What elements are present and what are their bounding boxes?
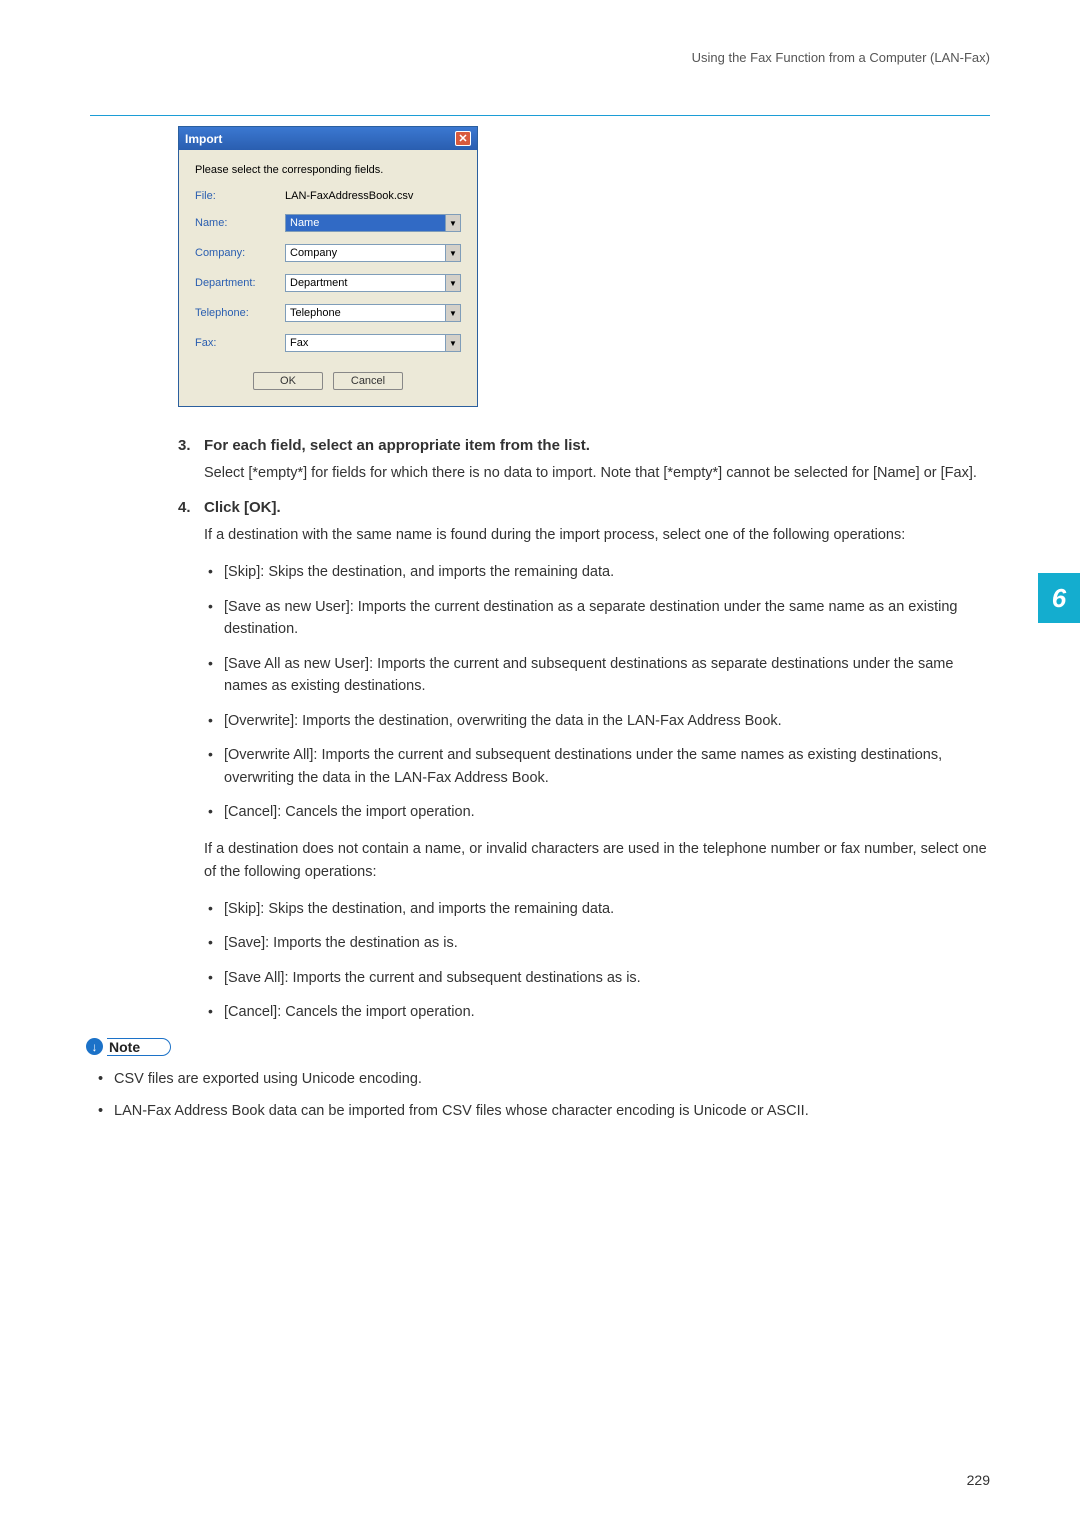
header-divider [90, 115, 990, 116]
chevron-down-icon: ▼ [445, 275, 460, 291]
chevron-down-icon: ▼ [445, 245, 460, 261]
chevron-down-icon: ▼ [445, 305, 460, 321]
note-callout: ↓ Note [86, 1038, 990, 1056]
company-label: Company: [195, 247, 285, 259]
file-value: LAN-FaxAddressBook.csv [285, 190, 413, 202]
import-dialog: Import ✕ Please select the corresponding… [178, 126, 478, 407]
department-label: Department: [195, 277, 285, 289]
fax-label: Fax: [195, 337, 285, 349]
list-item: [Cancel]: Cancels the import operation. [204, 1001, 990, 1023]
name-label: Name: [195, 217, 285, 229]
ok-button[interactable]: OK [253, 372, 323, 390]
dialog-title-text: Import [185, 132, 222, 146]
note-item: LAN-Fax Address Book data can be importe… [96, 1100, 990, 1122]
dialog-instruction: Please select the corresponding fields. [195, 164, 461, 176]
step-3-heading: 3. For each field, select an appropriate… [178, 437, 990, 454]
chapter-tab: 6 [1038, 573, 1080, 623]
telephone-dropdown[interactable]: Telephone ▼ [285, 304, 461, 322]
note-item: CSV files are exported using Unicode enc… [96, 1068, 990, 1090]
step-4-intro: If a destination with the same name is f… [204, 524, 990, 547]
list-item: [Skip]: Skips the destination, and impor… [204, 898, 990, 920]
list-item: [Overwrite All]: Imports the current and… [204, 744, 990, 789]
fax-dropdown[interactable]: Fax ▼ [285, 334, 461, 352]
chevron-down-icon: ▼ [445, 335, 460, 351]
note-label: Note [107, 1038, 171, 1056]
chevron-down-icon: ▼ [445, 215, 460, 231]
department-dropdown-value: Department [290, 277, 347, 289]
telephone-dropdown-value: Telephone [290, 307, 341, 319]
page-header-breadcrumb: Using the Fax Function from a Computer (… [90, 50, 990, 65]
page-number: 229 [967, 1472, 990, 1488]
file-label: File: [195, 190, 285, 202]
list-item: [Save]: Imports the destination as is. [204, 932, 990, 954]
list-item: [Save as new User]: Imports the current … [204, 596, 990, 641]
telephone-label: Telephone: [195, 307, 285, 319]
company-dropdown[interactable]: Company ▼ [285, 244, 461, 262]
step-3-num: 3. [178, 437, 204, 454]
name-dropdown-value: Name [290, 217, 319, 229]
note-arrow-icon: ↓ [86, 1038, 103, 1055]
step-3-body: Select [*empty*] for fields for which th… [204, 462, 990, 485]
fax-dropdown-value: Fax [290, 337, 308, 349]
close-icon[interactable]: ✕ [455, 131, 471, 146]
list-item: [Save All as new User]: Imports the curr… [204, 653, 990, 698]
step-4-heading: 4. Click [OK]. [178, 499, 990, 516]
department-dropdown[interactable]: Department ▼ [285, 274, 461, 292]
step-4-num: 4. [178, 499, 204, 516]
company-dropdown-value: Company [290, 247, 337, 259]
step-4-intro2: If a destination does not contain a name… [204, 838, 990, 884]
list-item: [Overwrite]: Imports the destination, ov… [204, 710, 990, 732]
step-3-title: For each field, select an appropriate it… [204, 437, 590, 454]
step-4-title: Click [OK]. [204, 499, 281, 516]
list-item: [Skip]: Skips the destination, and impor… [204, 561, 990, 583]
name-dropdown[interactable]: Name ▼ [285, 214, 461, 232]
dialog-titlebar: Import ✕ [179, 127, 477, 150]
list-item: [Cancel]: Cancels the import operation. [204, 801, 990, 823]
list-item: [Save All]: Imports the current and subs… [204, 967, 990, 989]
cancel-button[interactable]: Cancel [333, 372, 403, 390]
